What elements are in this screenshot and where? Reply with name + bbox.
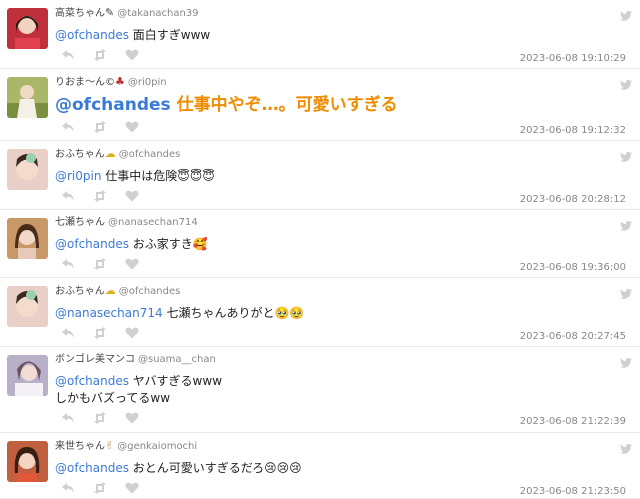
display-name[interactable]: りおま〜ん© xyxy=(55,77,115,88)
display-name[interactable]: おふちゃん xyxy=(55,149,105,160)
tweet-timestamp[interactable]: 2023-06-08 19:36:00 xyxy=(520,262,626,273)
user-handle[interactable]: @nanasechan714 xyxy=(108,217,198,228)
mention-link[interactable]: @ofchandes xyxy=(55,237,129,251)
mention-link[interactable]: @nanasechan714 xyxy=(55,306,163,320)
tweet-body: 七瀬ちゃんありがと🥹🥹 xyxy=(162,306,305,320)
retweet-icon[interactable] xyxy=(93,49,107,61)
retweet-icon[interactable] xyxy=(93,190,107,202)
user-handle[interactable]: @takanachan39 xyxy=(117,8,198,19)
tweet-item: りおま〜ん©♣ @ri0pin @ofchandes 仕事中やぞ…。可愛いすぎる … xyxy=(0,69,640,141)
tweet-text: @ofchandes 仕事中やぞ…。可愛いすぎる xyxy=(55,94,632,116)
tweet-item: おふちゃん☁ @ofchandes @nanasechan714 七瀬ちゃんありが… xyxy=(0,278,640,347)
avatar[interactable] xyxy=(7,8,48,49)
avatar[interactable] xyxy=(7,77,48,118)
avatar[interactable] xyxy=(7,286,48,327)
cherry-icon: ♣ xyxy=(115,75,125,88)
reply-icon[interactable] xyxy=(61,190,75,202)
avatar[interactable] xyxy=(7,218,48,259)
like-icon[interactable] xyxy=(125,49,139,61)
tweet-item: 七瀬ちゃん @nanasechan714 @ofchandes おふ家すき🥰 20… xyxy=(0,210,640,278)
tweet-header: 高菜ちゃん✎ @takanachan39 xyxy=(55,6,632,21)
tweet-item: おふちゃん☁ @ofchandes @ri0pin 仕事中は危険😇😇😇 2023-… xyxy=(0,141,640,210)
reply-icon[interactable] xyxy=(61,412,75,424)
twitter-bird-icon[interactable] xyxy=(620,147,632,166)
tweet-header: 七瀬ちゃん @nanasechan714 xyxy=(55,216,632,230)
tweet-item: 来世ちゃん✌ @genkaiomochi @ofchandes おとん可愛いすぎる… xyxy=(0,433,640,499)
reply-icon[interactable] xyxy=(61,121,75,133)
reply-icon[interactable] xyxy=(61,258,75,270)
tweet-text: @nanasechan714 七瀬ちゃんありがと🥹🥹 xyxy=(55,305,632,322)
user-handle[interactable]: @ofchandes xyxy=(119,149,181,160)
display-name[interactable]: 七瀬ちゃん xyxy=(55,217,105,228)
like-icon[interactable] xyxy=(125,412,139,424)
tweet-timestamp[interactable]: 2023-06-08 20:28:12 xyxy=(520,194,626,205)
name-emoji: ✌ xyxy=(105,439,115,452)
like-icon[interactable] xyxy=(125,121,139,133)
user-handle[interactable]: @ofchandes xyxy=(119,286,181,297)
twitter-bird-icon[interactable] xyxy=(620,75,632,94)
tweet-body-line-2: しかもバズってるww xyxy=(55,391,171,405)
tweet-item: ボンゴレ美マンコ @suama__chan @ofchandes ヤバすぎるwww… xyxy=(0,347,640,433)
avatar[interactable] xyxy=(7,149,48,190)
tweet-body: おふ家すき🥰 xyxy=(128,237,208,251)
tweet-body: 仕事中は危険😇😇😇 xyxy=(101,169,215,183)
mention-link[interactable]: @ofchandes xyxy=(55,28,129,42)
tweet-timestamp[interactable]: 2023-06-08 19:10:29 xyxy=(520,53,626,64)
tweet-item: 高菜ちゃん✎ @takanachan39 @ofchandes 面白すぎwww 2… xyxy=(0,0,640,69)
reply-icon[interactable] xyxy=(61,49,75,61)
tweet-header: おふちゃん☁ @ofchandes xyxy=(55,147,632,162)
tweet-text: @ofchandes おとん可愛いすぎるだろ😢😢😢 xyxy=(55,460,632,477)
retweet-icon[interactable] xyxy=(93,121,107,133)
tweet-header: りおま〜ん©♣ @ri0pin xyxy=(55,75,632,90)
display-name[interactable]: おふちゃん xyxy=(55,286,105,297)
reply-icon[interactable] xyxy=(61,482,75,494)
display-name[interactable]: 来世ちゃん xyxy=(55,441,105,452)
like-icon[interactable] xyxy=(125,482,139,494)
name-emoji: ☁ xyxy=(104,147,116,160)
mention-link[interactable]: @ofchandes xyxy=(55,95,171,115)
display-name[interactable]: ボンゴレ美マンコ xyxy=(55,354,135,365)
twitter-bird-icon[interactable] xyxy=(620,439,632,458)
like-icon[interactable] xyxy=(125,190,139,202)
retweet-icon[interactable] xyxy=(93,258,107,270)
avatar[interactable] xyxy=(7,441,48,482)
tweet-header: おふちゃん☁ @ofchandes xyxy=(55,284,632,299)
user-handle[interactable]: @ri0pin xyxy=(128,77,167,88)
tweet-timeline: 高菜ちゃん✎ @takanachan39 @ofchandes 面白すぎwww 2… xyxy=(0,0,640,499)
tweet-header: ボンゴレ美マンコ @suama__chan xyxy=(55,353,632,367)
twitter-bird-icon[interactable] xyxy=(620,353,632,372)
like-icon[interactable] xyxy=(125,258,139,270)
tweet-body: おとん可愛いすぎるだろ😢😢😢 xyxy=(128,461,302,475)
tweet-timestamp[interactable]: 2023-06-08 19:12:32 xyxy=(520,125,626,136)
name-emoji: ☁ xyxy=(104,284,116,297)
avatar[interactable] xyxy=(7,355,48,396)
tweet-body: ヤバすぎるwww xyxy=(128,374,223,388)
twitter-bird-icon[interactable] xyxy=(620,216,632,235)
tweet-text: @ofchandes 面白すぎwww xyxy=(55,27,632,44)
tweet-body: 仕事中やぞ…。可愛いすぎる xyxy=(170,95,398,115)
user-handle[interactable]: @genkaiomochi xyxy=(117,441,197,452)
tweet-text: @ri0pin 仕事中は危険😇😇😇 xyxy=(55,168,632,185)
mention-link[interactable]: @ofchandes xyxy=(55,461,129,475)
tweet-header: 来世ちゃん✌ @genkaiomochi xyxy=(55,439,632,454)
mention-link[interactable]: @ofchandes xyxy=(55,374,129,388)
display-name[interactable]: 高菜ちゃん xyxy=(55,8,105,19)
tweet-text: @ofchandes おふ家すき🥰 xyxy=(55,236,632,253)
tweet-timestamp[interactable]: 2023-06-08 20:27:45 xyxy=(520,331,626,342)
user-handle[interactable]: @suama__chan xyxy=(138,354,216,365)
twitter-bird-icon[interactable] xyxy=(620,6,632,25)
tweet-timestamp[interactable]: 2023-06-08 21:22:39 xyxy=(520,416,626,427)
tweet-body: 面白すぎwww xyxy=(128,28,211,42)
name-emoji: ✎ xyxy=(105,6,115,19)
tweet-text: @ofchandes ヤバすぎるwww しかもバズってるww xyxy=(55,373,632,407)
tweet-timestamp[interactable]: 2023-06-08 21:23:50 xyxy=(520,486,626,497)
twitter-bird-icon[interactable] xyxy=(620,284,632,303)
retweet-icon[interactable] xyxy=(93,412,107,424)
reply-icon[interactable] xyxy=(61,327,75,339)
retweet-icon[interactable] xyxy=(93,327,107,339)
like-icon[interactable] xyxy=(125,327,139,339)
mention-link[interactable]: @ri0pin xyxy=(55,169,101,183)
retweet-icon[interactable] xyxy=(93,482,107,494)
